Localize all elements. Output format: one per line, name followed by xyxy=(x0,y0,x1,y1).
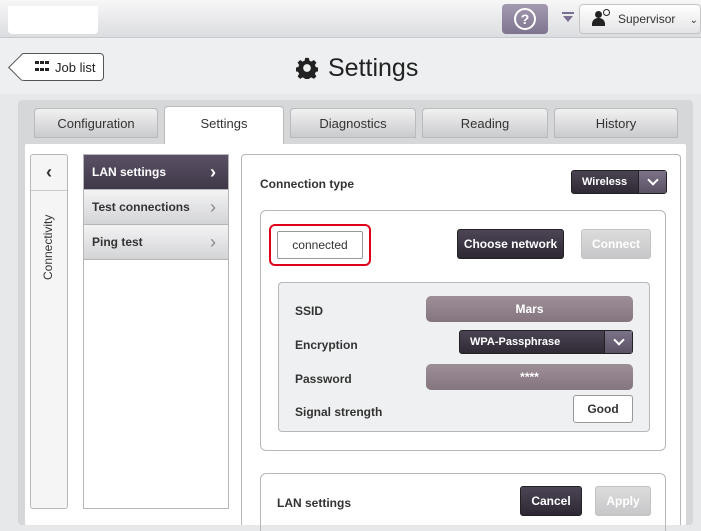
tab-configuration[interactable]: Configuration xyxy=(34,108,158,138)
signal-strength-label: Signal strength xyxy=(295,405,383,419)
encryption-label: Encryption xyxy=(295,338,358,352)
menu-item-ping-test[interactable]: Ping test › xyxy=(84,225,228,260)
user-settings-icon xyxy=(592,9,610,27)
menu-item-label: Ping test xyxy=(92,235,143,249)
chevron-right-icon: › xyxy=(210,231,216,252)
menu-item-lan-settings[interactable]: LAN settings › xyxy=(84,155,228,190)
password-field[interactable]: **** xyxy=(426,364,633,390)
grid-icon xyxy=(35,61,51,73)
tab-settings[interactable]: Settings xyxy=(164,106,284,144)
chevron-down-icon xyxy=(638,171,666,193)
page-title: Settings xyxy=(296,52,418,84)
connectivity-sidebar: ‹ Connectivity xyxy=(30,154,68,509)
tab-label: Configuration xyxy=(57,115,135,131)
lan-settings-box: LAN settings Cancel Apply xyxy=(260,473,666,531)
job-list-label: Job list xyxy=(55,59,96,75)
encryption-select[interactable]: WPA-Passphrase xyxy=(459,330,633,354)
network-details: SSID Mars Encryption WPA-Passphrase Pass… xyxy=(278,282,650,432)
apply-button[interactable]: Apply xyxy=(595,486,651,516)
tab-content: ‹ Connectivity LAN settings › Test conne… xyxy=(25,144,686,531)
chevron-right-icon: › xyxy=(210,196,216,217)
tab-label: History xyxy=(595,115,637,131)
tab-label: Settings xyxy=(200,116,248,131)
connect-button[interactable]: Connect xyxy=(581,229,651,259)
page-header: Job list Settings xyxy=(0,38,701,94)
connection-type-label: Connection type xyxy=(260,177,355,191)
chevron-down-icon: ⌄ xyxy=(689,15,698,26)
signal-strength-value: Good xyxy=(573,395,633,423)
choose-network-button[interactable]: Choose network xyxy=(457,229,564,259)
connection-type-value: Wireless xyxy=(582,176,628,188)
lan-settings-pane: Connection type Wireless connected Choos… xyxy=(241,154,681,531)
tab-bar: Configuration Settings Diagnostics Readi… xyxy=(18,100,693,144)
page-title-text: Settings xyxy=(328,53,419,82)
user-menu-toggle-icon[interactable] xyxy=(563,16,573,22)
lan-settings-label: LAN settings xyxy=(277,496,352,510)
user-name: Supervisor xyxy=(618,12,676,26)
cancel-button[interactable]: Cancel xyxy=(520,486,582,516)
gear-icon xyxy=(296,57,318,79)
ssid-field[interactable]: Mars xyxy=(426,296,633,322)
help-button[interactable]: ? xyxy=(502,4,548,34)
connection-type-select[interactable]: Wireless xyxy=(571,170,667,194)
settings-menu: LAN settings › Test connections › Ping t… xyxy=(83,154,229,509)
chevron-down-icon xyxy=(604,331,632,353)
tab-label: Reading xyxy=(460,115,510,131)
encryption-value: WPA-Passphrase xyxy=(470,336,561,348)
settings-panel: Configuration Settings Diagnostics Readi… xyxy=(18,100,693,531)
chevron-left-icon: ‹ xyxy=(46,162,52,182)
top-left-slot xyxy=(8,6,98,34)
password-label: Password xyxy=(295,372,352,386)
top-bar: ? Supervisor ⌄ xyxy=(0,0,701,38)
job-list-button[interactable]: Job list xyxy=(20,53,104,81)
question-icon: ? xyxy=(514,8,536,30)
menu-item-test-connections[interactable]: Test connections › xyxy=(84,190,228,225)
collapse-sidebar-button[interactable]: ‹ xyxy=(31,155,67,191)
menu-item-label: Test connections xyxy=(92,200,190,214)
connection-status-highlight: connected xyxy=(269,224,371,266)
user-menu-toggle-bar[interactable] xyxy=(562,12,574,14)
sidebar-section-label: Connectivity xyxy=(41,214,55,280)
ssid-label: SSID xyxy=(295,304,324,318)
tab-reading[interactable]: Reading xyxy=(422,108,548,138)
user-menu[interactable]: Supervisor ⌄ xyxy=(579,4,701,34)
tab-history[interactable]: History xyxy=(554,108,678,138)
tab-diagnostics[interactable]: Diagnostics xyxy=(290,108,416,138)
connection-status-field: connected xyxy=(277,231,363,259)
tab-label: Diagnostics xyxy=(319,115,387,131)
menu-item-label: LAN settings xyxy=(92,165,167,179)
chevron-right-icon: › xyxy=(210,161,216,182)
wireless-box: connected Choose network Connect SSID Ma… xyxy=(260,210,666,451)
